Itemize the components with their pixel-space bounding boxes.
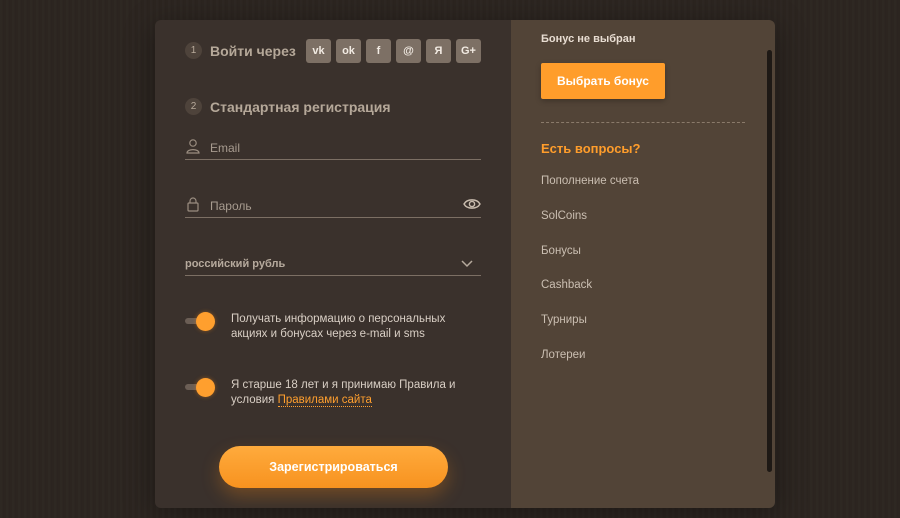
faq-item-bonuses[interactable]: Бонусы <box>541 245 639 280</box>
faq-item-cashback[interactable]: Cashback <box>541 279 639 314</box>
password-field <box>185 194 481 218</box>
yandex-button[interactable]: Я <box>426 39 451 63</box>
step-social-login: 1 Войти через <box>185 42 296 59</box>
currency-value: российский рубль <box>185 258 286 270</box>
lock-icon <box>187 197 199 212</box>
facebook-button[interactable]: f <box>366 39 391 63</box>
faq-item-solcoins[interactable]: SolCoins <box>541 210 639 245</box>
currency-select[interactable]: российский рубль <box>185 254 481 276</box>
register-button[interactable]: Зарегистрироваться <box>219 446 448 488</box>
google-plus-button[interactable]: G+ <box>456 39 481 63</box>
step-number: 2 <box>185 98 202 115</box>
mail-ru-icon: @ <box>403 45 414 57</box>
step-title: Стандартная регистрация <box>210 98 391 115</box>
promo-consent-label: Получать информацию о персональных акция… <box>231 313 446 340</box>
email-field <box>185 136 481 160</box>
promo-consent-toggle[interactable] <box>185 312 215 331</box>
site-rules-link[interactable]: Правилами сайта <box>277 394 372 407</box>
bonus-sidebar: Бонус не выбран Выбрать бонус Есть вопро… <box>511 20 775 508</box>
user-icon <box>186 139 200 154</box>
google-plus-icon: G+ <box>461 45 476 57</box>
age-terms-label: Я старше 18 лет и я принимаю Правила и у… <box>231 378 466 408</box>
faq-item-deposit[interactable]: Пополнение счета <box>541 175 639 210</box>
vk-button[interactable]: vk <box>306 39 331 63</box>
registration-modal: 1 Войти через vk ok f @ Я G+ 2 Стандартн… <box>155 20 775 508</box>
email-input[interactable] <box>210 139 440 157</box>
step-number: 1 <box>185 42 202 59</box>
faq-item-tournaments[interactable]: Турниры <box>541 314 639 349</box>
choose-bonus-button[interactable]: Выбрать бонус <box>541 63 665 99</box>
social-login-buttons: vk ok f @ Я G+ <box>306 39 481 63</box>
mail-ru-button[interactable]: @ <box>396 39 421 63</box>
divider <box>541 122 745 123</box>
vk-icon: vk <box>312 45 325 57</box>
faq-list: Пополнение счета SolCoins Бонусы Cashbac… <box>541 175 639 384</box>
toggle-knob <box>196 312 215 331</box>
scrollbar-thumb[interactable] <box>767 50 772 472</box>
faq-title: Есть вопросы? <box>541 141 641 156</box>
odnoklassniki-button[interactable]: ok <box>336 39 361 63</box>
step-title: Войти через <box>210 42 296 59</box>
eye-icon[interactable] <box>463 197 481 211</box>
faq-item-lotteries[interactable]: Лотереи <box>541 349 639 384</box>
registration-panel: 1 Войти через vk ok f @ Я G+ 2 Стандартн… <box>155 20 511 508</box>
scrollbar[interactable] <box>767 50 772 472</box>
facebook-icon: f <box>376 45 381 57</box>
yandex-icon: Я <box>434 45 443 57</box>
password-input[interactable] <box>210 197 440 215</box>
age-terms-toggle[interactable] <box>185 378 215 397</box>
odnoklassniki-icon: ok <box>342 45 355 57</box>
chevron-down-icon <box>461 260 473 268</box>
bonus-status: Бонус не выбран <box>541 33 636 45</box>
step-standard-registration: 2 Стандартная регистрация <box>185 98 391 115</box>
toggle-knob <box>196 378 215 397</box>
